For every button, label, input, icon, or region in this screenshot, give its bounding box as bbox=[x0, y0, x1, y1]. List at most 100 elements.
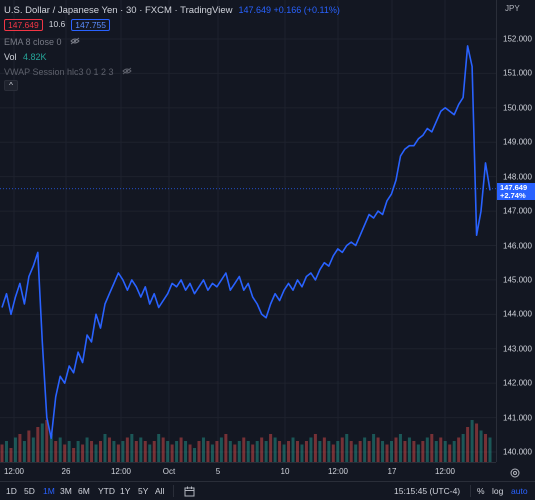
volume-bar bbox=[461, 434, 465, 462]
trade-buttons: 147.649 10.6 147.755 bbox=[4, 19, 111, 31]
price-tick: 150.000 bbox=[503, 103, 532, 113]
price-scale[interactable]: JPY 152.000 151.000 150.000 149.000 148.000 1… bbox=[496, 0, 535, 462]
current-price-change: +2.74% bbox=[500, 191, 526, 200]
spread-value: 10.6 bbox=[48, 19, 66, 29]
percent-toggle[interactable]: % bbox=[477, 486, 485, 496]
volume-bar bbox=[121, 441, 125, 462]
volume-legend[interactable]: Vol 4.82K bbox=[4, 52, 47, 62]
toolbar-divider bbox=[173, 485, 174, 497]
volume-bar bbox=[143, 441, 147, 462]
volume-bar bbox=[260, 437, 264, 462]
buy-button[interactable]: 147.755 bbox=[71, 19, 111, 31]
volume-bar bbox=[157, 434, 161, 462]
volume-bar bbox=[287, 441, 291, 462]
volume-bar bbox=[116, 444, 120, 462]
time-tick: 12:00 bbox=[434, 467, 456, 476]
price-tick: 152.000 bbox=[503, 34, 532, 44]
volume-bar bbox=[273, 437, 277, 462]
collapse-legend-button[interactable]: ^ bbox=[4, 80, 18, 91]
timeframe-button-ytd[interactable]: YTD bbox=[98, 486, 115, 496]
volume-bar bbox=[300, 444, 304, 462]
timeframe-button-1d[interactable]: 1D bbox=[6, 486, 17, 496]
time-tick: 5 bbox=[215, 467, 221, 476]
vwap-indicator-legend[interactable]: VWAP Session hlc3 0 1 2 3 bbox=[4, 67, 132, 77]
volume-bar bbox=[81, 444, 85, 462]
timeframe-button-all[interactable]: All bbox=[155, 486, 164, 496]
timeframe-button-1y[interactable]: 1Y bbox=[120, 486, 130, 496]
currency-label[interactable]: JPY bbox=[505, 4, 520, 13]
time-scale[interactable]: 12:00 26 12:00 Oct 5 10 12:00 17 12:00 bbox=[0, 462, 496, 480]
timeframe-button-1m[interactable]: 1M bbox=[43, 486, 55, 496]
volume-bar bbox=[282, 444, 286, 462]
volume-bar bbox=[390, 441, 394, 462]
volume-bar bbox=[443, 441, 447, 462]
volume-bar bbox=[201, 437, 205, 462]
volume-bar bbox=[322, 437, 326, 462]
volume-bar bbox=[484, 434, 488, 462]
time-tick: 12:00 bbox=[110, 467, 132, 476]
eye-icon[interactable] bbox=[122, 67, 132, 75]
volume-bar bbox=[237, 441, 241, 462]
volume-bar bbox=[9, 448, 13, 462]
volume-bar bbox=[125, 437, 129, 462]
symbol-title[interactable]: U.S. Dollar / Japanese Yen · 30 · FXCM ·… bbox=[4, 5, 232, 16]
timeframe-button-5d[interactable]: 5D bbox=[24, 486, 35, 496]
volume-bar bbox=[242, 437, 246, 462]
volume-bar bbox=[470, 420, 474, 462]
timeframe-button-5y[interactable]: 5Y bbox=[138, 486, 148, 496]
current-price-tag: 147.649 +2.74% bbox=[497, 183, 535, 200]
price-tick: 148.000 bbox=[503, 172, 532, 182]
volume-bar bbox=[4, 441, 8, 462]
volume-bar bbox=[394, 437, 398, 462]
volume-bar bbox=[67, 441, 71, 462]
volume-bar bbox=[94, 444, 98, 462]
volume-bar bbox=[63, 444, 67, 462]
time-tick: 26 bbox=[61, 467, 71, 476]
volume-bar bbox=[372, 434, 376, 462]
volume-bar bbox=[76, 441, 80, 462]
ema-indicator-legend[interactable]: EMA 8 close 0 bbox=[4, 37, 80, 47]
sell-button[interactable]: 147.649 bbox=[4, 19, 43, 31]
ema-label: EMA 8 close 0 bbox=[4, 37, 62, 47]
volume-bar bbox=[170, 444, 174, 462]
calendar-range-icon[interactable] bbox=[184, 486, 195, 497]
volume-bar bbox=[416, 444, 420, 462]
auto-scale-toggle[interactable]: auto bbox=[511, 486, 528, 496]
volume-bar bbox=[215, 441, 219, 462]
price-tick: 151.000 bbox=[503, 68, 532, 78]
volume-bar bbox=[291, 437, 295, 462]
eye-icon[interactable] bbox=[70, 37, 80, 45]
volume-bar bbox=[175, 441, 179, 462]
price-readout: 147.649 +0.166 (+0.11%) bbox=[238, 5, 340, 15]
volume-bar bbox=[130, 434, 134, 462]
volume-bar bbox=[349, 441, 353, 462]
time-tick: 12:00 bbox=[3, 467, 25, 476]
log-toggle[interactable]: log bbox=[492, 486, 503, 496]
timeframe-button-6m[interactable]: 6M bbox=[78, 486, 90, 496]
volume-bar bbox=[148, 444, 152, 462]
volume-bar bbox=[430, 434, 434, 462]
volume-bar bbox=[72, 448, 76, 462]
volume-bar bbox=[452, 441, 456, 462]
bottom-toolbar: 1D 5D 1M 3M 6M YTD 1Y 5Y All 15:15:45 (UTC-4) % … bbox=[0, 481, 535, 500]
price-tick: 145.000 bbox=[503, 275, 532, 285]
volume-bar bbox=[385, 444, 389, 462]
volume-bar bbox=[269, 434, 273, 462]
volume-bar bbox=[403, 441, 407, 462]
timeframe-button-3m[interactable]: 3M bbox=[60, 486, 72, 496]
volume-bar bbox=[0, 444, 4, 462]
volume-bar bbox=[398, 434, 402, 462]
volume-bar bbox=[264, 441, 268, 462]
settings-icon[interactable] bbox=[509, 467, 521, 479]
volume-bar bbox=[22, 441, 26, 462]
volume-bar bbox=[479, 430, 483, 462]
price-tick: 140.000 bbox=[503, 447, 532, 457]
chart-pane[interactable]: U.S. Dollar / Japanese Yen · 30 · FXCM ·… bbox=[0, 0, 496, 462]
volume-bar bbox=[475, 423, 479, 462]
volume-bar bbox=[98, 441, 102, 462]
clock-timezone[interactable]: 15:15:45 (UTC-4) bbox=[394, 486, 460, 496]
volume-bar bbox=[345, 434, 349, 462]
volume-bar bbox=[434, 441, 438, 462]
volume-bar bbox=[354, 444, 358, 462]
volume-label: Vol bbox=[4, 52, 17, 62]
